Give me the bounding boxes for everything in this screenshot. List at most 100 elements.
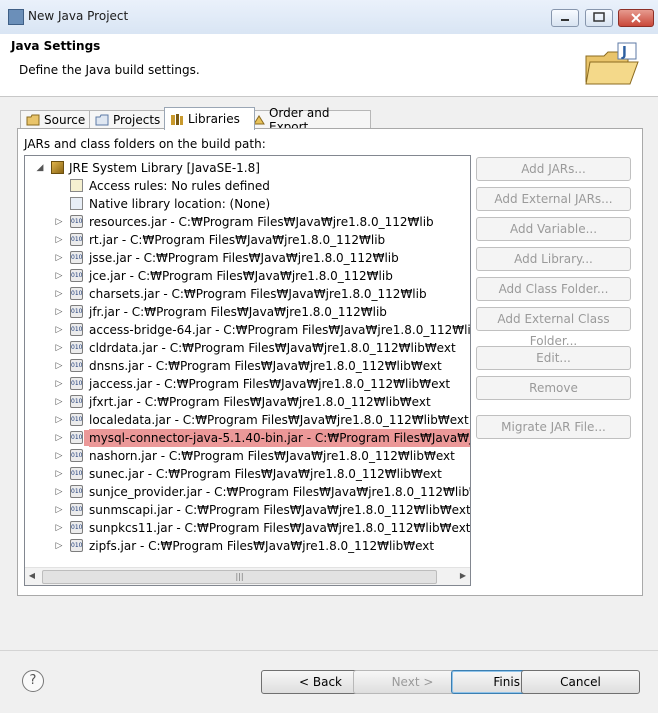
- scroll-left-icon[interactable]: ◀: [27, 571, 37, 582]
- add-external-jars-button[interactable]: Add External JARs...: [476, 187, 631, 211]
- migrate-jar-button[interactable]: Migrate JAR File...: [476, 415, 631, 439]
- add-class-folder-button[interactable]: Add Class Folder...: [476, 277, 631, 301]
- tree-attribute-row[interactable]: Access rules: No rules defined: [25, 177, 470, 195]
- expand-icon[interactable]: ▷: [55, 380, 63, 389]
- jar-file-icon: 010: [70, 251, 83, 264]
- tree-jar-row[interactable]: ▷ 010 sunec.jar - C:₩Program Files₩Java₩jr…: [25, 465, 470, 483]
- tree-jar-row[interactable]: ▷ 010 rt.jar - C:₩Program Files₩Java₩jre1.…: [25, 231, 470, 249]
- expand-icon[interactable]: ▷: [55, 218, 63, 227]
- java-project-icon: [8, 9, 24, 25]
- expand-icon[interactable]: ▷: [55, 452, 63, 461]
- wizard-header: Java Settings Define the Java build sett…: [0, 34, 658, 97]
- tree-jar-row[interactable]: ▷ 010 jce.jar - C:₩Program Files₩Java₩jre1…: [25, 267, 470, 285]
- expand-icon[interactable]: ▷: [55, 524, 63, 533]
- add-variable-button[interactable]: Add Variable...: [476, 217, 631, 241]
- tree-jar-row[interactable]: ▷ 010 charsets.jar - C:₩Program Files₩Java…: [25, 285, 470, 303]
- jar-file-icon: 010: [70, 467, 83, 480]
- tree-attribute-label: Access rules: No rules defined: [89, 179, 270, 193]
- jar-file-icon: 010: [70, 305, 83, 318]
- expand-icon[interactable]: ▷: [55, 254, 63, 263]
- tree-jar-row[interactable]: ▷ 010 mysql-connector-java-5.1.40-bin.jar …: [25, 429, 470, 447]
- tree-jar-label: sunjce_provider.jar - C:₩Program Files₩J…: [89, 485, 471, 499]
- add-external-class-folder-button[interactable]: Add External Class Folder...: [476, 307, 631, 348]
- tree-jar-row[interactable]: ▷ 010 cldrdata.jar - C:₩Program Files₩Java…: [25, 339, 470, 357]
- expand-icon[interactable]: ▷: [55, 542, 63, 551]
- library-icon: [51, 161, 64, 174]
- tree-jar-row[interactable]: ▷ 010 nashorn.jar - C:₩Program Files₩Java₩…: [25, 447, 470, 465]
- help-icon[interactable]: ?: [22, 670, 44, 692]
- page-title: Java Settings: [11, 39, 101, 53]
- expand-icon[interactable]: ▷: [55, 290, 63, 299]
- expand-icon[interactable]: ▷: [55, 344, 63, 353]
- jar-file-icon: 010: [70, 503, 83, 516]
- remove-button[interactable]: Remove: [476, 376, 631, 400]
- expand-icon[interactable]: ▷: [55, 236, 63, 245]
- tree-jar-row[interactable]: ▷ 010 resources.jar - C:₩Program Files₩Jav…: [25, 213, 470, 231]
- tree-jar-row[interactable]: ▷ 010 sunmscapi.jar - C:₩Program Files₩Jav…: [25, 501, 470, 519]
- access-rules-icon: [70, 179, 83, 192]
- cancel-button[interactable]: Cancel: [521, 670, 640, 694]
- expand-icon[interactable]: ▷: [55, 308, 63, 317]
- tree-jar-label: rt.jar - C:₩Program Files₩Java₩jre1.8.0_…: [89, 233, 386, 247]
- expand-icon[interactable]: ▷: [55, 326, 63, 335]
- tree-jar-label: localedata.jar - C:₩Program Files₩Java₩j…: [89, 413, 469, 427]
- jar-file-icon: 010: [70, 269, 83, 282]
- expand-icon[interactable]: ▷: [55, 470, 63, 479]
- tab-libraries[interactable]: Libraries: [164, 107, 255, 130]
- libraries-icon: [171, 113, 183, 125]
- expand-icon[interactable]: ▷: [55, 506, 63, 515]
- minimize-button[interactable]: [551, 9, 579, 27]
- tree-attribute-label: Native library location: (None): [89, 197, 271, 211]
- tree-jar-label: charsets.jar - C:₩Program Files₩Java₩jre…: [89, 287, 427, 301]
- build-path-label: JARs and class folders on the build path…: [24, 137, 266, 151]
- tree-jar-row[interactable]: ▷ 010 dnsns.jar - C:₩Program Files₩Java₩jr…: [25, 357, 470, 375]
- jar-file-icon: 010: [70, 341, 83, 354]
- jar-file-icon: 010: [70, 395, 83, 408]
- expand-icon[interactable]: ▷: [55, 398, 63, 407]
- add-library-button[interactable]: Add Library...: [476, 247, 631, 271]
- expand-icon[interactable]: ▷: [55, 362, 63, 371]
- tab-projects[interactable]: Projects: [89, 110, 173, 129]
- add-jars-button[interactable]: Add JARs...: [476, 157, 631, 181]
- page-description: Define the Java build settings.: [19, 63, 200, 77]
- tree-jar-row[interactable]: ▷ 010 jfxrt.jar - C:₩Program Files₩Java₩jr…: [25, 393, 470, 411]
- tree-jar-row[interactable]: ▷ 010 jfr.jar - C:₩Program Files₩Java₩jre1…: [25, 303, 470, 321]
- tree-jar-label: access-bridge-64.jar - C:₩Program Files₩…: [89, 323, 471, 337]
- tab-order-and-export[interactable]: Order and Export: [246, 106, 371, 134]
- jar-file-icon: 010: [70, 431, 83, 444]
- tree-jar-label: cldrdata.jar - C:₩Program Files₩Java₩jre…: [89, 341, 456, 355]
- tab-source[interactable]: Source: [20, 110, 98, 129]
- maximize-button[interactable]: [585, 9, 613, 27]
- jar-file-icon: 010: [70, 359, 83, 372]
- jar-file-icon: 010: [70, 449, 83, 462]
- edit-button[interactable]: Edit...: [476, 346, 631, 370]
- tree-jar-row[interactable]: ▷ 010 sunpkcs11.jar - C:₩Program Files₩Jav…: [25, 519, 470, 537]
- scroll-thumb[interactable]: |||: [42, 570, 437, 584]
- close-button[interactable]: [618, 9, 654, 27]
- collapse-icon[interactable]: ◢: [36, 164, 44, 173]
- tree-jar-row[interactable]: ▷ 010 localedata.jar - C:₩Program Files₩Ja…: [25, 411, 470, 429]
- tree-jar-label: jsse.jar - C:₩Program Files₩Java₩jre1.8.…: [89, 251, 399, 265]
- tab-libraries-label: Libraries: [188, 112, 240, 126]
- tree-jar-label: dnsns.jar - C:₩Program Files₩Java₩jre1.8…: [89, 359, 442, 373]
- expand-icon[interactable]: ▷: [55, 488, 63, 497]
- jar-file-icon: 010: [70, 539, 83, 552]
- horizontal-scrollbar[interactable]: ◀ ||| ▶: [25, 567, 470, 585]
- expand-icon[interactable]: ▷: [55, 272, 63, 281]
- scroll-right-icon[interactable]: ▶: [458, 571, 468, 582]
- tree-attribute-row[interactable]: Native library location: (None): [25, 195, 470, 213]
- tree-jar-row[interactable]: ▷ 010 sunjce_provider.jar - C:₩Program Fil…: [25, 483, 470, 501]
- tree-root-row[interactable]: ◢ JRE System Library [JavaSE-1.8]: [25, 159, 470, 177]
- tree-jar-row[interactable]: ▷ 010 jsse.jar - C:₩Program Files₩Java₩jre…: [25, 249, 470, 267]
- source-folder-icon: [26, 114, 40, 126]
- tree-jar-row[interactable]: ▷ 010 access-bridge-64.jar - C:₩Program Fi…: [25, 321, 470, 339]
- jar-file-icon: 010: [70, 413, 83, 426]
- tree-jar-label: sunec.jar - C:₩Program Files₩Java₩jre1.8…: [89, 467, 442, 481]
- tree-jar-row[interactable]: ▷ 010 jaccess.jar - C:₩Program Files₩Java₩…: [25, 375, 470, 393]
- tree-jar-row[interactable]: ▷ 010 zipfs.jar - C:₩Program Files₩Java₩jr…: [25, 537, 470, 555]
- build-path-tree[interactable]: ◢ JRE System Library [JavaSE-1.8] Access…: [24, 155, 471, 586]
- expand-icon[interactable]: ▷: [55, 416, 63, 425]
- jar-file-icon: 010: [70, 485, 83, 498]
- expand-icon[interactable]: ▷: [55, 434, 63, 443]
- tree-jar-label: sunpkcs11.jar - C:₩Program Files₩Java₩jr…: [89, 521, 471, 535]
